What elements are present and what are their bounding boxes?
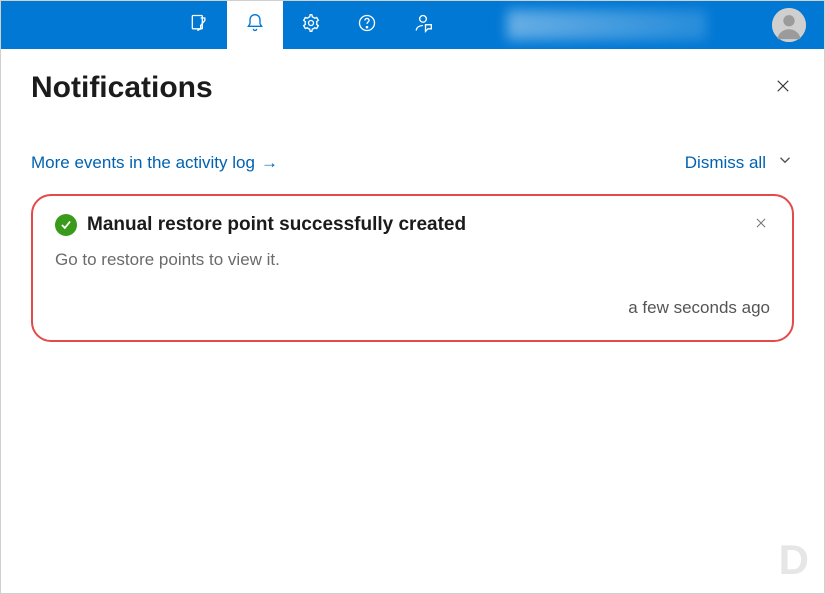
gear-icon — [301, 13, 321, 38]
chevron-down-icon[interactable] — [776, 151, 794, 174]
top-bar — [1, 1, 824, 49]
notification-time: a few seconds ago — [55, 298, 770, 318]
filter-button[interactable] — [171, 1, 227, 49]
watermark: D — [779, 536, 807, 584]
account-text-blurred — [507, 10, 707, 40]
close-icon — [754, 216, 768, 235]
feedback-button[interactable] — [395, 1, 451, 49]
notification-title: Manual restore point successfully create… — [87, 214, 742, 236]
help-button[interactable] — [339, 1, 395, 49]
success-check-icon — [55, 214, 77, 236]
page-title: Notifications — [31, 71, 213, 105]
feedback-icon — [413, 13, 433, 38]
user-avatar[interactable] — [772, 8, 806, 42]
notification-card: Manual restore point successfully create… — [31, 194, 794, 342]
bell-icon — [245, 13, 265, 38]
notification-body: Go to restore points to view it. — [55, 250, 770, 270]
notifications-button[interactable] — [227, 1, 283, 49]
account-info-area — [451, 1, 762, 49]
dismiss-all-link[interactable]: Dismiss all — [685, 153, 766, 173]
arrow-right-icon: → — [261, 153, 278, 173]
notifications-panel: Notifications More events in the activit… — [1, 49, 824, 342]
filter-icon — [189, 13, 209, 38]
activity-log-link[interactable]: More events in the activity log → — [31, 153, 278, 173]
activity-log-label: More events in the activity log — [31, 153, 255, 173]
notification-close-button[interactable] — [752, 216, 770, 234]
settings-button[interactable] — [283, 1, 339, 49]
close-icon — [774, 77, 792, 100]
help-icon — [357, 13, 377, 38]
close-panel-button[interactable] — [772, 77, 794, 99]
